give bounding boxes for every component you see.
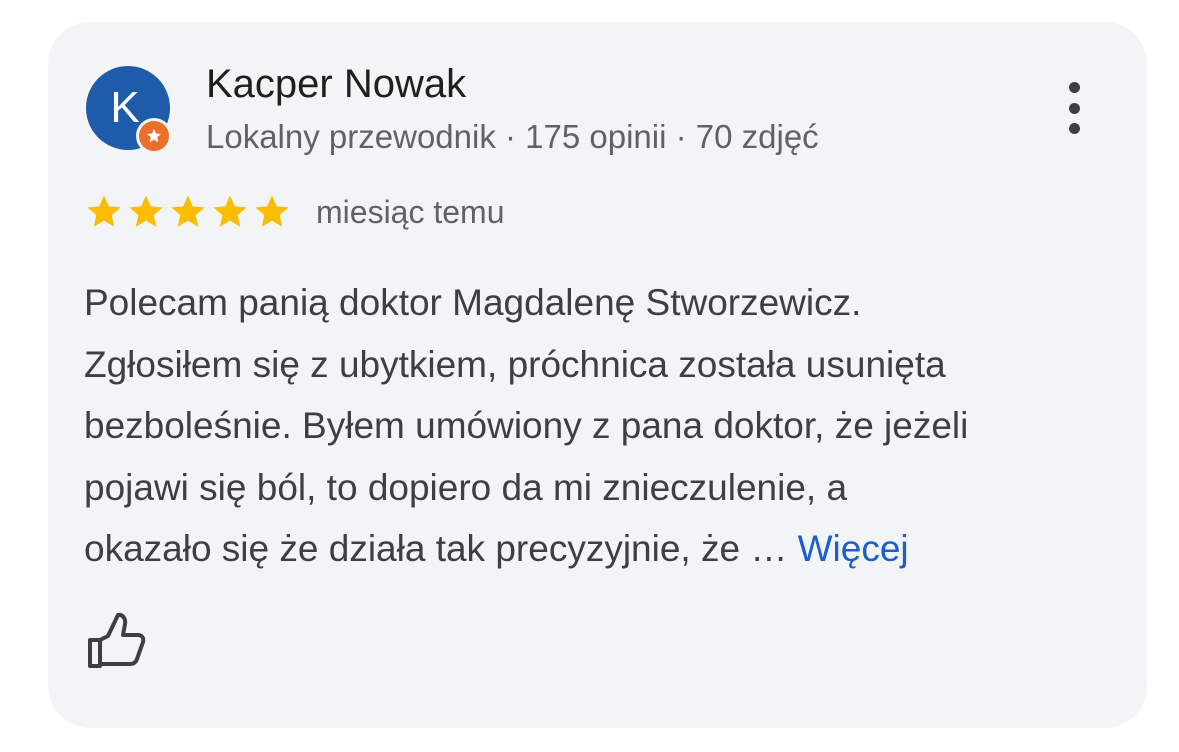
- more-vert-icon: [1068, 82, 1080, 93]
- star-icon: [171, 195, 205, 227]
- review-date: miesiąc temu: [316, 194, 505, 230]
- review-text-line: pojawi się ból, to dopiero da mi znieczu…: [84, 466, 848, 508]
- star-icon: [87, 195, 121, 227]
- local-guide-badge-icon: [136, 118, 172, 154]
- like-button[interactable]: [84, 606, 150, 672]
- star-icon: [213, 195, 247, 227]
- avatar-initial: K: [110, 83, 140, 132]
- author-name[interactable]: Kacper Nowak: [206, 62, 466, 107]
- review-text-line-last: okazało się że działa tak precyzyjnie, ż…: [84, 518, 1124, 580]
- star-icon: [129, 195, 163, 227]
- star-icon: [255, 195, 289, 227]
- review-card: K Kacper Nowak Lokalny przewodnik · 175 …: [48, 22, 1147, 728]
- author-meta: Lokalny przewodnik · 175 opinii · 70 zdj…: [206, 118, 819, 155]
- more-vert-dot: [1068, 123, 1080, 134]
- more-link[interactable]: Więcej: [798, 528, 909, 569]
- more-options-button[interactable]: [1052, 78, 1096, 138]
- review-text-line: okazało się że działa tak precyzyjnie, ż…: [84, 528, 798, 569]
- star-rating: [84, 192, 292, 232]
- thumb-up-icon: [88, 612, 146, 668]
- more-vert-dot: [1068, 102, 1080, 114]
- review-text: Polecam panią doktor Magdalenę Stworzewi…: [84, 272, 1124, 580]
- review-text-line: bezboleśnie. Byłem umówiony z pana dokto…: [84, 405, 969, 446]
- review-text-line: Zgłosiłem się z ubytkiem, próchnica zost…: [84, 343, 946, 385]
- review-text-line: Polecam panią doktor Magdalenę Stworzewi…: [84, 282, 862, 323]
